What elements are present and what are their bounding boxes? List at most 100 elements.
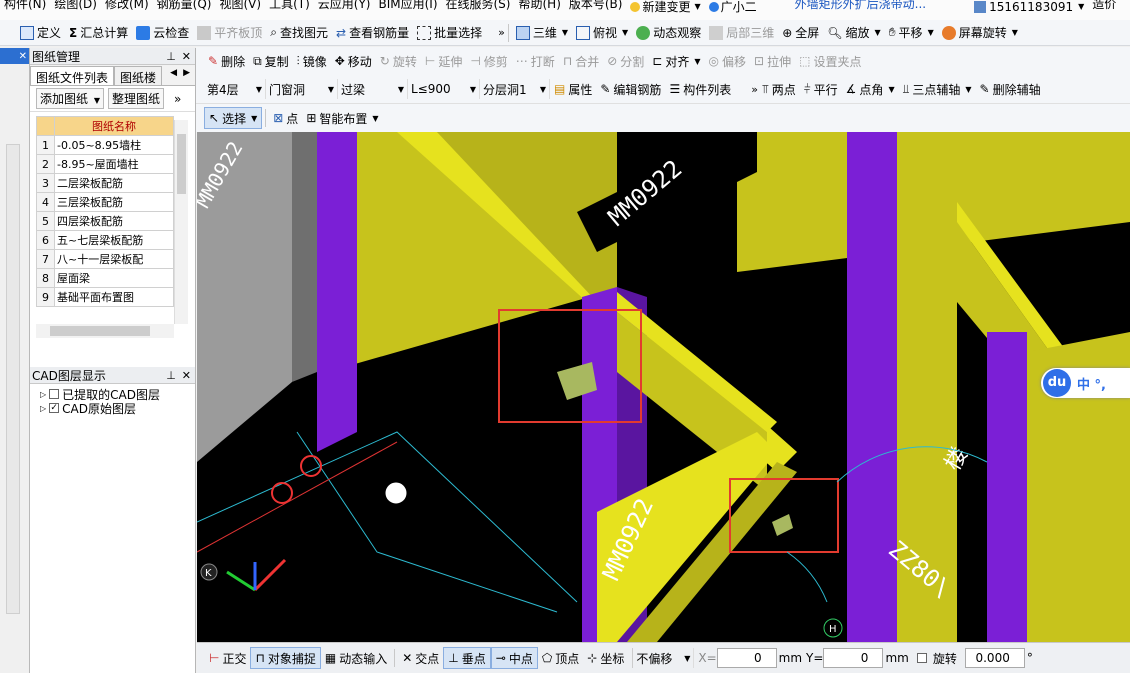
layer-original[interactable]: ▷ ✓ CAD原始图层: [30, 401, 195, 416]
expand-icon[interactable]: ▷: [40, 404, 46, 413]
offset-select[interactable]: 不偏移 ▼: [632, 648, 695, 668]
overflow-chevron-icon[interactable]: »: [751, 83, 758, 96]
3d-viewport[interactable]: MM0922 MM0922 ZZ80\ MM0922 楼 K H du 中 °,: [197, 132, 1130, 642]
vertex-snap-toggle[interactable]: ⬠ 顶点: [538, 647, 583, 669]
move-button[interactable]: ✥ 移动: [331, 50, 376, 72]
menu-view[interactable]: 视图(V): [215, 0, 265, 17]
menu-help[interactable]: 帮助(H): [514, 0, 564, 17]
overflow-chevron-icon[interactable]: »: [174, 92, 181, 106]
close-icon[interactable]: ✕: [182, 369, 191, 382]
table-row[interactable]: 7 八~十一层梁板配: [36, 249, 174, 269]
split-button[interactable]: ⊘ 分割: [603, 50, 648, 72]
set-grip-button[interactable]: ⬚ 设置夹点: [795, 50, 865, 72]
column-drawing-name[interactable]: 图纸名称: [54, 116, 174, 136]
overflow-chevron-icon[interactable]: »: [498, 26, 505, 39]
table-row[interactable]: 6 五~七层梁板配筋: [36, 230, 174, 250]
fullscreen-button[interactable]: ⊕ 全屏: [778, 22, 823, 44]
summary-calc-button[interactable]: Σ 汇总计算: [65, 22, 132, 44]
menu-new-change[interactable]: 新建变更 ▼: [626, 0, 704, 17]
rotate-angle-input[interactable]: 0.000: [964, 648, 1025, 668]
define-button[interactable]: 定义: [16, 22, 65, 44]
top-view-button[interactable]: 俯视 ▼: [572, 22, 632, 44]
ime-toolbar[interactable]: du 中 °,: [1041, 368, 1130, 398]
organize-drawing-button[interactable]: 整理图纸: [108, 88, 165, 109]
rotate-checkbox[interactable]: [916, 653, 927, 663]
close-icon[interactable]: ✕: [19, 51, 27, 62]
midpoint-snap-toggle[interactable]: ⊸ 中点: [490, 647, 538, 669]
two-point-axis-button[interactable]: ⫪ 两点: [758, 78, 800, 100]
dynamic-orbit-button[interactable]: 动态观察: [632, 22, 705, 44]
category-select[interactable]: 门窗洞 ▼: [266, 79, 338, 99]
pin-icon[interactable]: ⊥: [166, 50, 176, 63]
intersection-snap-toggle[interactable]: ✕ 交点: [398, 647, 443, 669]
align-button[interactable]: ⊏ 对齐 ▼: [648, 50, 704, 72]
local-3d-button[interactable]: 局部三维: [705, 22, 778, 44]
tab-drawing-floor[interactable]: 图纸楼: [114, 66, 163, 85]
menu-assistant[interactable]: 广小二: [705, 0, 761, 17]
smart-layout-button[interactable]: ⊞ 智能布置 ▼: [302, 107, 382, 129]
align-slab-top-button[interactable]: 平齐板顶: [193, 22, 266, 44]
three-point-axis-button[interactable]: ⫫ 三点辅轴 ▼: [899, 78, 976, 100]
perpendicular-snap-toggle[interactable]: ⊥ 垂点: [443, 647, 491, 669]
close-icon[interactable]: ✕: [182, 50, 191, 63]
menu-rebar-qty[interactable]: 钢筋量(Q): [153, 0, 216, 17]
edit-rebar-button[interactable]: ✎ 编辑钢筋: [596, 78, 665, 100]
3d-scene[interactable]: MM0922 MM0922 ZZ80\ MM0922 楼 K H: [197, 132, 1130, 642]
table-horizontal-scrollbar[interactable]: [36, 324, 174, 338]
tab-scroll-right-icon[interactable]: ▶: [183, 68, 190, 78]
object-snap-toggle[interactable]: ⊓ 对象捕捉: [250, 647, 321, 669]
select-button[interactable]: ↖ 选择 ▼: [204, 107, 263, 129]
floor-select[interactable]: 第4层 ▼: [204, 79, 266, 99]
view-rebar-qty-button[interactable]: ⇄ 查看钢筋量: [332, 22, 413, 44]
menu-online[interactable]: 在线服务(S): [442, 0, 515, 17]
component-list-button[interactable]: ☰ 构件列表: [665, 78, 735, 100]
tab-scroll-left-icon[interactable]: ◀: [170, 68, 177, 78]
expand-icon[interactable]: ▷: [40, 390, 46, 399]
coordinate-snap-toggle[interactable]: ⊹ 坐标: [583, 647, 628, 669]
offset-button[interactable]: ◎ 偏移: [705, 50, 751, 72]
menu-extra[interactable]: 造价: [1088, 0, 1120, 17]
pan-button[interactable]: ✋︎ 平移 ▼: [885, 22, 938, 44]
menu-bim[interactable]: BIM应用(I): [374, 0, 441, 17]
table-vertical-scrollbar[interactable]: [174, 120, 188, 324]
user-account[interactable]: 15161183091 ▼: [970, 0, 1088, 17]
table-row[interactable]: 4 三层梁板配筋: [36, 192, 174, 212]
layer-checkbox[interactable]: ✓: [49, 403, 60, 413]
add-drawing-button[interactable]: 添加图纸 ▼: [36, 88, 104, 109]
3d-view-button[interactable]: 三维 ▼: [512, 22, 572, 44]
trim-button[interactable]: ⊣ 修剪: [466, 50, 511, 72]
menu-component[interactable]: 构件(N): [0, 0, 50, 17]
parallel-axis-button[interactable]: ⫩ 平行: [800, 78, 842, 100]
table-row[interactable]: 8 屋面梁: [36, 268, 174, 288]
break-button[interactable]: ⋯ 打断: [512, 50, 559, 72]
point-button[interactable]: ⊠ 点: [269, 107, 302, 129]
delete-button[interactable]: ✎ 删除: [204, 50, 249, 72]
layer-opening-select[interactable]: 分层洞1 ▼: [480, 79, 550, 99]
extend-button[interactable]: ⊢ 延伸: [421, 50, 466, 72]
menu-cloud[interactable]: 云应用(Y): [314, 0, 375, 17]
type-select[interactable]: 过梁 ▼: [338, 79, 408, 99]
menu-modify[interactable]: 修改(M): [101, 0, 153, 17]
merge-button[interactable]: ⊓ 合并: [559, 50, 603, 72]
menu-tools[interactable]: 工具(T): [265, 0, 314, 17]
menu-version[interactable]: 版本号(B): [565, 0, 627, 17]
properties-button[interactable]: ▤ 属性: [550, 78, 596, 100]
table-row[interactable]: 3 二层梁板配筋: [36, 173, 174, 193]
y-coordinate-input[interactable]: 0: [823, 648, 884, 668]
rotate-button[interactable]: ↻ 旋转: [376, 50, 421, 72]
table-row[interactable]: 5 四层梁板配筋: [36, 211, 174, 231]
table-row[interactable]: 9 基础平面布置图: [36, 287, 174, 307]
menu-draw[interactable]: 绘图(D): [50, 0, 101, 17]
stretch-button[interactable]: ⊡ 拉伸: [750, 50, 795, 72]
ortho-toggle[interactable]: ⊢ 正交: [205, 647, 250, 669]
pin-icon[interactable]: ⊥: [166, 369, 176, 382]
cloud-check-button[interactable]: 云检查: [132, 22, 193, 44]
find-element-button[interactable]: ⌕ 查找图元: [266, 22, 332, 44]
mirror-button[interactable]: ⫶ 镜像: [293, 50, 331, 72]
zoom-button[interactable]: 🔍︎ 缩放 ▼: [823, 22, 884, 44]
batch-select-button[interactable]: 批量选择: [413, 22, 486, 44]
dynamic-input-toggle[interactable]: ▦ 动态输入: [321, 647, 391, 669]
size-select[interactable]: L≤900 ▼: [408, 79, 480, 99]
table-row[interactable]: 1 -0.05~8.95墙柱: [36, 135, 174, 155]
pane-scrollbar[interactable]: [6, 144, 20, 614]
